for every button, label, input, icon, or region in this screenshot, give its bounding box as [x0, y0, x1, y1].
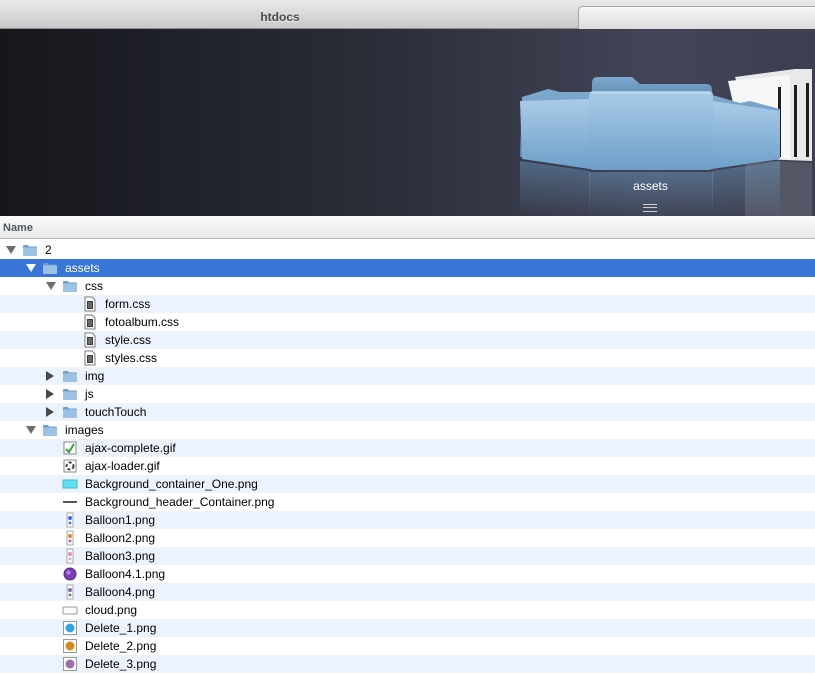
- css-file-icon: [82, 332, 98, 348]
- row-label: 2: [45, 243, 52, 257]
- folder-row-js[interactable]: js: [0, 385, 815, 403]
- row-label: assets: [65, 261, 100, 275]
- image-file-icon: [62, 494, 78, 510]
- coverflow-folder-right[interactable]: [712, 95, 780, 216]
- image-file-icon: [62, 440, 78, 456]
- folder-icon: [62, 278, 78, 294]
- delete-image-icon: [62, 638, 78, 654]
- folder-icon: [22, 242, 38, 258]
- file-row-delete3[interactable]: Delete_3.png: [0, 655, 815, 673]
- row-label: images: [65, 423, 104, 437]
- folder-row-assets[interactable]: assets: [0, 259, 815, 277]
- row-label: style.css: [105, 333, 152, 347]
- file-row-background-container[interactable]: Background_container_One.png: [0, 475, 815, 493]
- file-row-balloon2[interactable]: Balloon2.png: [0, 529, 815, 547]
- folder-row-css[interactable]: css: [0, 277, 815, 295]
- file-row-balloon1[interactable]: Balloon1.png: [0, 511, 815, 529]
- file-row-balloon3[interactable]: Balloon3.png: [0, 547, 815, 565]
- balloon-image-icon: [62, 512, 78, 528]
- disclosure-triangle-open-icon[interactable]: [6, 246, 16, 254]
- image-file-icon: [62, 476, 78, 492]
- css-file-icon: [82, 350, 98, 366]
- coverflow-folder-left[interactable]: [520, 89, 590, 216]
- folder-row-2[interactable]: 2: [0, 241, 815, 259]
- file-row-delete2[interactable]: Delete_2.png: [0, 637, 815, 655]
- folder-row-touchtouch[interactable]: touchTouch: [0, 403, 815, 421]
- file-list: 2 assets css form.css fotoalbum.css style.css…: [0, 241, 815, 673]
- loader-image-icon: [62, 458, 78, 474]
- row-label: Delete_2.png: [85, 639, 157, 653]
- css-file-icon: [82, 314, 98, 330]
- row-label: js: [85, 387, 94, 401]
- row-label: ajax-complete.gif: [85, 441, 176, 455]
- coverflow-current-label: assets: [633, 179, 668, 193]
- balloon-image-icon: [62, 530, 78, 546]
- folder-icon: [62, 404, 78, 420]
- file-row-styles-css[interactable]: styles.css: [0, 349, 815, 367]
- row-label: Balloon3.png: [85, 549, 156, 563]
- window-titlebar[interactable]: htdocs: [0, 0, 815, 29]
- folder-icon: [42, 422, 58, 438]
- folder-icon: [62, 386, 78, 402]
- css-file-icon: [82, 296, 98, 312]
- balloon-image-icon: [62, 566, 78, 582]
- coverflow-folder-center[interactable]: [589, 77, 713, 216]
- row-label: img: [85, 369, 105, 383]
- file-row-delete1[interactable]: Delete_1.png: [0, 619, 815, 637]
- column-header-label: Name: [3, 222, 33, 234]
- folder-row-images[interactable]: images: [0, 421, 815, 439]
- row-label: touchTouch: [85, 405, 147, 419]
- folder-icon: [42, 260, 58, 276]
- row-label: fotoalbum.css: [105, 315, 180, 329]
- cloud-image-icon: [62, 602, 78, 618]
- file-row-cloud[interactable]: cloud.png: [0, 601, 815, 619]
- balloon-image-icon: [62, 584, 78, 600]
- file-row-ajax-complete[interactable]: ajax-complete.gif: [0, 439, 815, 457]
- disclosure-triangle-closed-icon[interactable]: [46, 407, 54, 417]
- row-label: Balloon2.png: [85, 531, 156, 545]
- delete-image-icon: [62, 620, 78, 636]
- file-row-form-css[interactable]: form.css: [0, 295, 815, 313]
- coverflow-view[interactable]: assets: [0, 29, 815, 216]
- column-header-name[interactable]: Name: [0, 216, 815, 239]
- title-tab[interactable]: [578, 6, 815, 29]
- disclosure-triangle-closed-icon[interactable]: [46, 371, 54, 381]
- delete-image-icon: [62, 656, 78, 672]
- row-label: form.css: [105, 297, 151, 311]
- disclosure-triangle-open-icon[interactable]: [26, 264, 36, 272]
- file-row-style-css[interactable]: style.css: [0, 331, 815, 349]
- file-row-background-header[interactable]: Background_header_Container.png: [0, 493, 815, 511]
- file-row-fotoalbum-css[interactable]: fotoalbum.css: [0, 313, 815, 331]
- row-label: Delete_3.png: [85, 657, 157, 671]
- folder-icon: [62, 368, 78, 384]
- row-label: Background_container_One.png: [85, 477, 258, 491]
- window-title: htdocs: [260, 10, 300, 24]
- row-label: Background_header_Container.png: [85, 495, 275, 509]
- row-label: css: [85, 279, 103, 293]
- row-label: Balloon4.1.png: [85, 567, 166, 581]
- disclosure-triangle-open-icon[interactable]: [26, 426, 36, 434]
- row-label: Balloon1.png: [85, 513, 156, 527]
- disclosure-triangle-closed-icon[interactable]: [46, 389, 54, 399]
- file-row-balloon4-1[interactable]: Balloon4.1.png: [0, 565, 815, 583]
- row-label: ajax-loader.gif: [85, 459, 160, 473]
- row-label: Balloon4.png: [85, 585, 156, 599]
- row-label: Delete_1.png: [85, 621, 157, 635]
- row-label: cloud.png: [85, 603, 138, 617]
- file-row-ajax-loader[interactable]: ajax-loader.gif: [0, 457, 815, 475]
- row-label: styles.css: [105, 351, 158, 365]
- file-row-balloon4[interactable]: Balloon4.png: [0, 583, 815, 601]
- folder-row-img[interactable]: img: [0, 367, 815, 385]
- balloon-image-icon: [62, 548, 78, 564]
- coverflow-scroll-handle[interactable]: [643, 204, 657, 212]
- disclosure-triangle-open-icon[interactable]: [46, 282, 56, 290]
